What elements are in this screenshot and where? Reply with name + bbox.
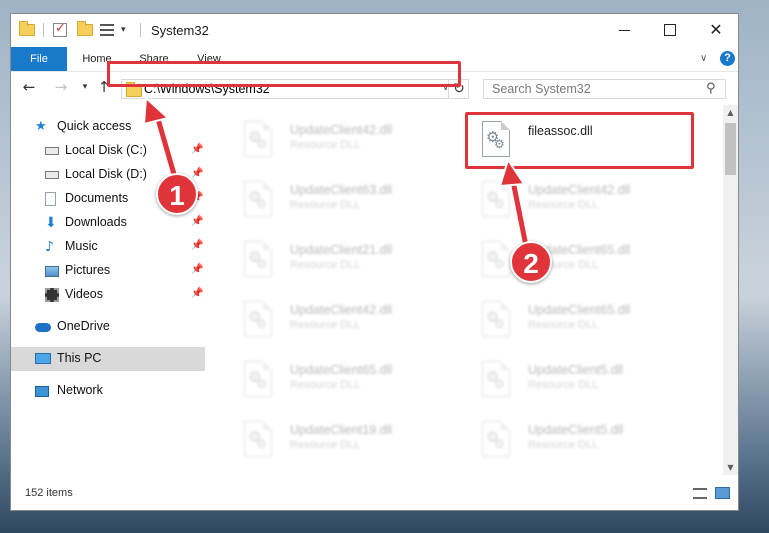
step-marker-2: 2 <box>510 241 552 283</box>
step-marker-1: 1 <box>156 173 198 215</box>
annotation-arrows <box>142 95 533 261</box>
